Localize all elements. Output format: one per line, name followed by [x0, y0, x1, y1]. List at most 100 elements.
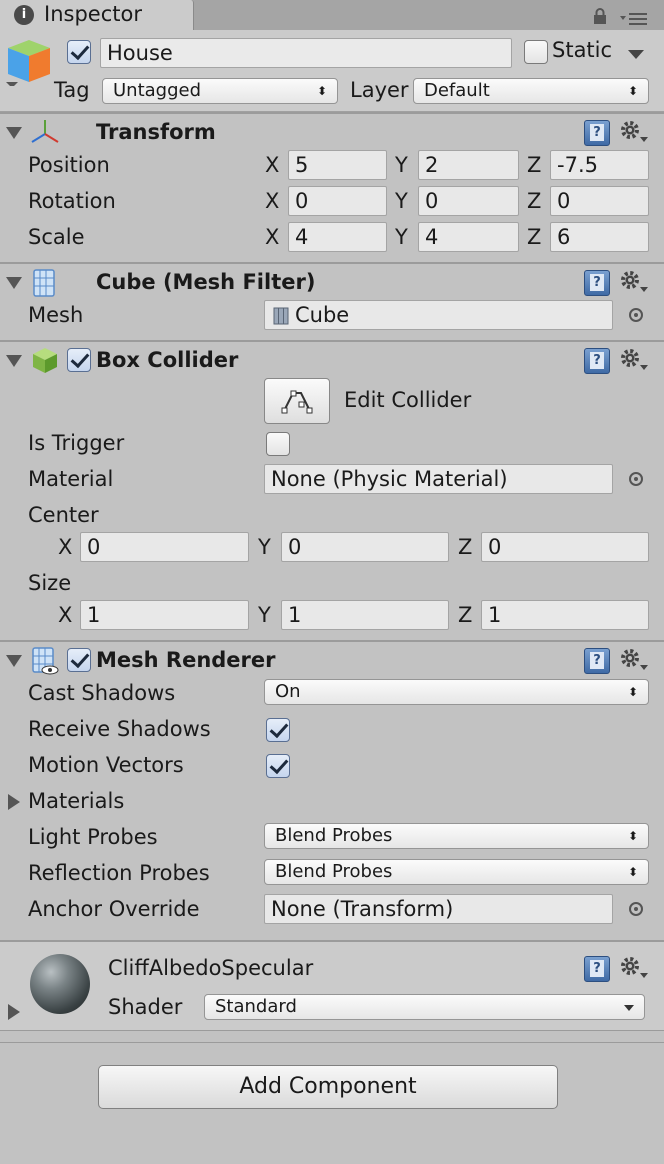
- axis-z-label: Z: [458, 603, 473, 627]
- gear-icon[interactable]: [619, 647, 649, 673]
- anchor-override-label: Anchor Override: [28, 897, 200, 921]
- box-collider-foldout-icon[interactable]: [6, 355, 22, 367]
- cast-shadows-dropdown[interactable]: On ⬍: [264, 679, 649, 705]
- position-y-input[interactable]: 2: [418, 150, 519, 180]
- center-x-input[interactable]: 0: [80, 532, 249, 562]
- gear-icon[interactable]: [619, 269, 649, 295]
- context-menu-icon[interactable]: [620, 10, 648, 26]
- mesh-object-field[interactable]: Cube: [264, 300, 613, 330]
- center-z-input[interactable]: 0: [481, 532, 649, 562]
- gameobject-cube-icon: [6, 40, 50, 86]
- axis-z-label: Z: [527, 153, 542, 177]
- mesh-renderer-icon: [32, 647, 59, 675]
- rotation-y-input[interactable]: 0: [418, 186, 519, 216]
- help-icon[interactable]: [584, 270, 610, 296]
- size-z-input[interactable]: 1: [481, 600, 649, 630]
- object-picker-icon[interactable]: [629, 902, 643, 916]
- updown-arrow-icon: ⬍: [627, 685, 638, 699]
- separator: [0, 1030, 664, 1031]
- materials-foldout-icon[interactable]: [8, 794, 20, 810]
- shader-dropdown[interactable]: Standard: [204, 994, 645, 1020]
- object-picker-icon[interactable]: [629, 472, 643, 486]
- object-name-input[interactable]: House: [100, 38, 512, 68]
- mesh-icon: [273, 307, 289, 325]
- scale-x-input[interactable]: 4: [288, 222, 387, 252]
- tab-inspector[interactable]: i Inspector: [0, 0, 194, 30]
- help-icon[interactable]: [584, 120, 610, 146]
- gear-icon[interactable]: [619, 119, 649, 145]
- light-probes-label: Light Probes: [28, 825, 158, 849]
- axis-z-label: Z: [527, 189, 542, 213]
- static-checkbox[interactable]: [524, 40, 548, 64]
- axis-y-label: Y: [258, 603, 271, 627]
- motion-vectors-label: Motion Vectors: [28, 753, 184, 777]
- edit-collider-icon: [281, 390, 313, 414]
- size-x-input[interactable]: 1: [80, 600, 249, 630]
- tag-dropdown[interactable]: Untagged ⬍: [102, 78, 338, 104]
- center-y-input[interactable]: 0: [281, 532, 449, 562]
- rotation-x-input[interactable]: 0: [288, 186, 387, 216]
- transform-foldout-icon[interactable]: [6, 127, 22, 139]
- lock-icon[interactable]: [593, 8, 607, 24]
- separator: [0, 262, 664, 264]
- updown-arrow-icon: ⬍: [627, 865, 638, 879]
- axis-x-label: X: [265, 225, 280, 249]
- axis-x-label: X: [58, 603, 73, 627]
- axis-y-label: Y: [395, 225, 408, 249]
- light-probes-dropdown[interactable]: Blend Probes ⬍: [264, 823, 649, 849]
- is-trigger-checkbox[interactable]: [266, 432, 290, 456]
- gear-icon[interactable]: [619, 347, 649, 373]
- physic-material-field[interactable]: None (Physic Material): [264, 464, 613, 494]
- shader-value: Standard: [215, 996, 297, 1017]
- help-icon[interactable]: [584, 956, 610, 982]
- info-icon: i: [14, 5, 34, 25]
- help-icon[interactable]: [584, 348, 610, 374]
- scale-z-input[interactable]: 6: [550, 222, 649, 252]
- material-name: CliffAlbedoSpecular: [108, 956, 314, 980]
- layer-dropdown[interactable]: Default ⬍: [413, 78, 649, 104]
- mesh-renderer-title[interactable]: Mesh Renderer: [96, 648, 276, 672]
- receive-shadows-checkbox[interactable]: [266, 718, 290, 742]
- material-label: Material: [28, 467, 114, 491]
- axis-y-label: Y: [395, 153, 408, 177]
- mesh-renderer-foldout-icon[interactable]: [6, 655, 22, 667]
- anchor-override-field[interactable]: None (Transform): [264, 894, 613, 924]
- mesh-filter-title[interactable]: Cube (Mesh Filter): [96, 270, 315, 294]
- scale-y-input[interactable]: 4: [418, 222, 519, 252]
- layer-value: Default: [424, 80, 490, 101]
- axis-x-label: X: [265, 189, 280, 213]
- mesh-renderer-enabled-checkbox[interactable]: [67, 648, 91, 672]
- mesh-filter-foldout-icon[interactable]: [6, 277, 22, 289]
- transform-title[interactable]: Transform: [96, 120, 216, 144]
- object-active-checkbox[interactable]: [67, 40, 91, 64]
- axis-z-label: Z: [527, 225, 542, 249]
- cast-shadows-label: Cast Shadows: [28, 681, 176, 705]
- rotation-z-input[interactable]: 0: [550, 186, 649, 216]
- position-z-input[interactable]: -7.5: [550, 150, 649, 180]
- static-dropdown-arrow-icon[interactable]: [628, 50, 644, 59]
- axis-x-label: X: [265, 153, 280, 177]
- object-picker-icon[interactable]: [629, 308, 643, 322]
- reflection-probes-dropdown[interactable]: Blend Probes ⬍: [264, 859, 649, 885]
- edit-collider-button[interactable]: [264, 378, 330, 424]
- material-foldout-icon[interactable]: [8, 1004, 20, 1020]
- scale-label: Scale: [28, 225, 85, 249]
- mesh-filter-icon: [33, 269, 55, 297]
- light-probes-value: Blend Probes: [275, 825, 393, 846]
- tab-title: Inspector: [44, 2, 142, 26]
- gear-icon[interactable]: [619, 955, 649, 981]
- separator: [0, 340, 664, 342]
- box-collider-enabled-checkbox[interactable]: [67, 348, 91, 372]
- motion-vectors-checkbox[interactable]: [266, 754, 290, 778]
- dropdown-arrow-icon: [624, 1005, 634, 1011]
- position-x-input[interactable]: 5: [288, 150, 387, 180]
- add-component-button[interactable]: Add Component: [98, 1065, 558, 1109]
- axis-x-label: X: [58, 535, 73, 559]
- separator: [0, 112, 664, 114]
- materials-label[interactable]: Materials: [28, 789, 124, 813]
- size-y-input[interactable]: 1: [281, 600, 449, 630]
- box-collider-title[interactable]: Box Collider: [96, 348, 238, 372]
- tag-label: Tag: [54, 78, 90, 102]
- help-icon[interactable]: [584, 648, 610, 674]
- axis-y-label: Y: [258, 535, 271, 559]
